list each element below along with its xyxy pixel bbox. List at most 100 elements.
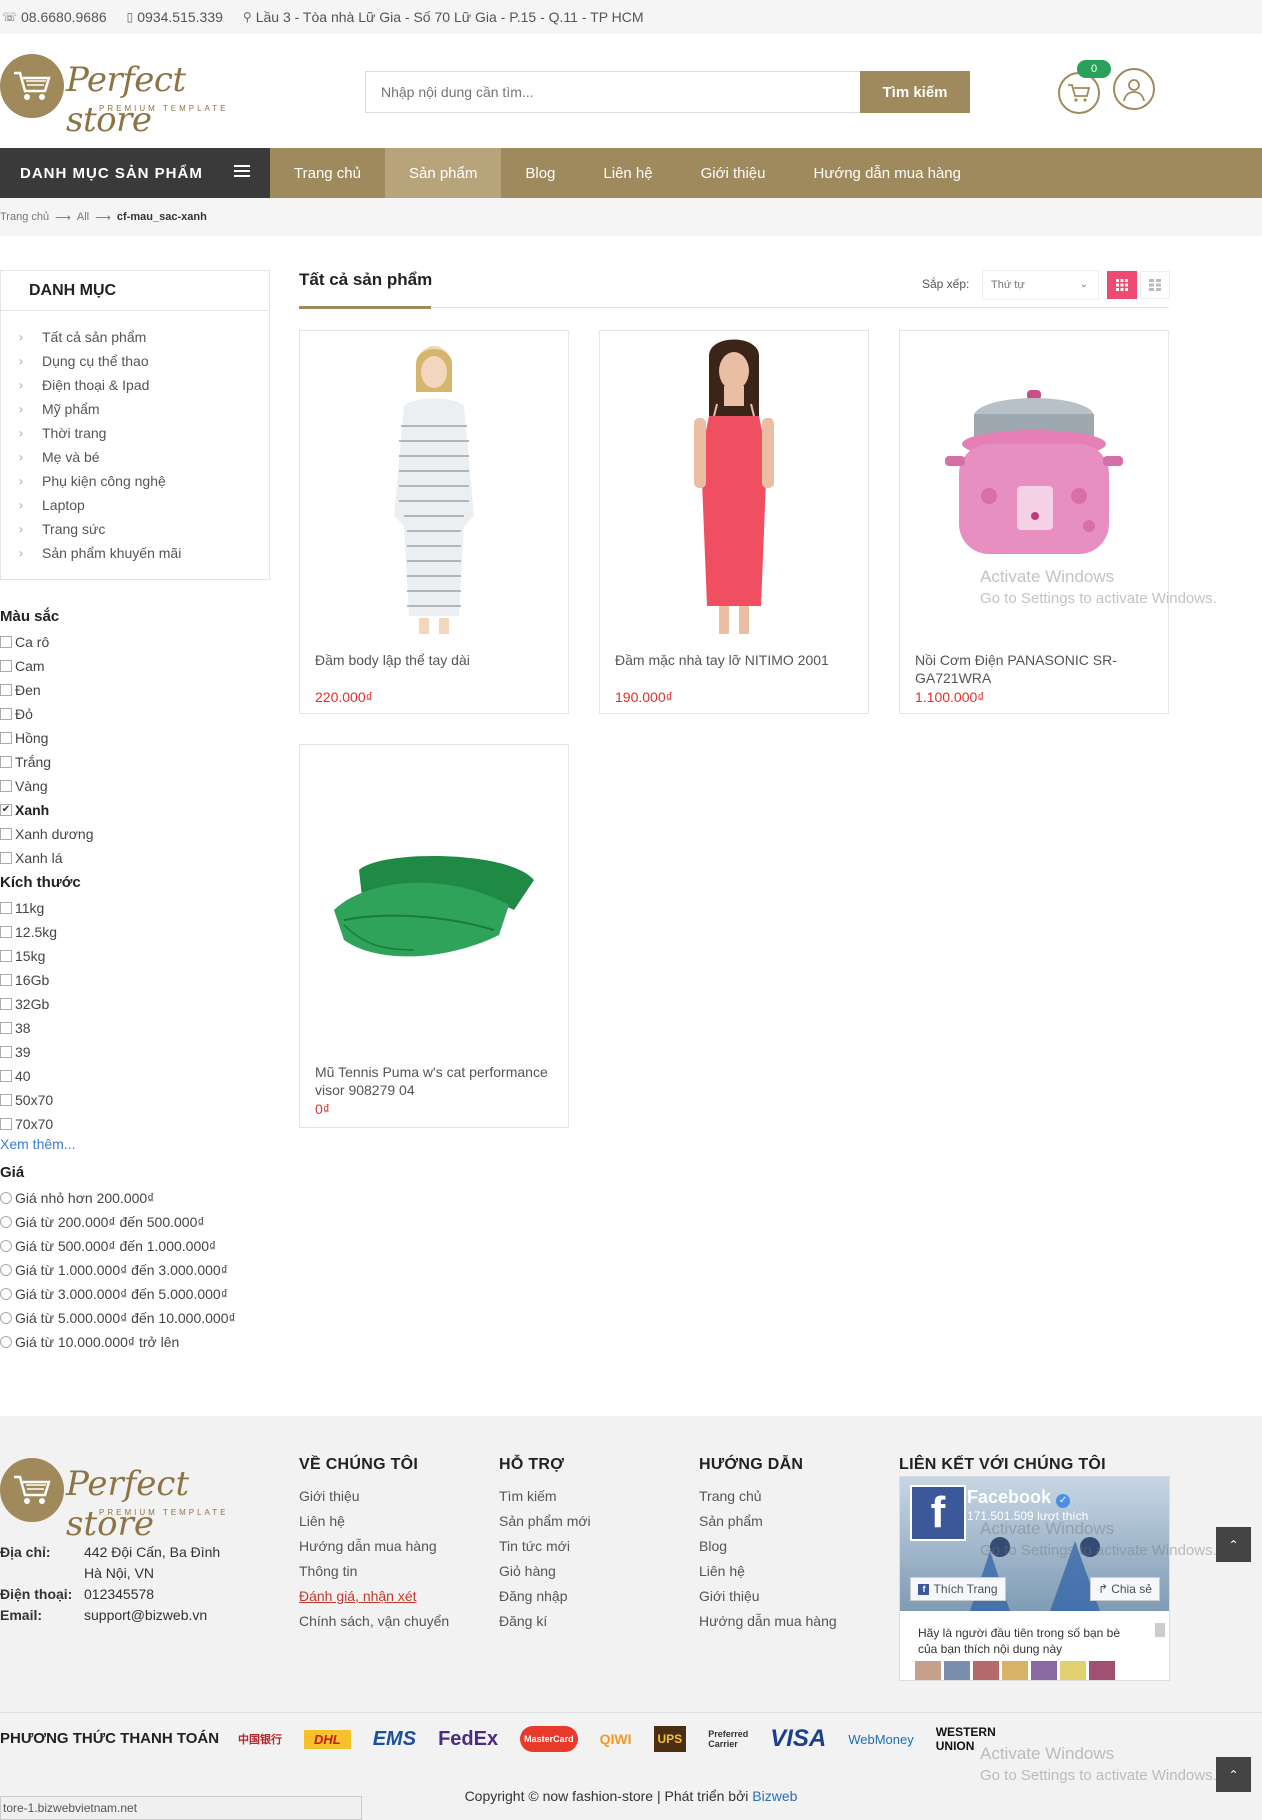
product-name[interactable]: Nồi Cơm Điện PANASONIC SR-GA721WRA: [915, 651, 1155, 687]
filter-option[interactable]: Cam: [0, 654, 270, 678]
nav-home[interactable]: Trang chủ: [270, 148, 385, 198]
footer-email[interactable]: support@bizweb.vn: [84, 1607, 207, 1628]
price-option[interactable]: Giá từ 5.000.000₫ đến 10.000.000₫: [0, 1306, 270, 1330]
product-name[interactable]: Mũ Tennis Puma w's cat performance visor…: [315, 1063, 555, 1099]
filter-option[interactable]: 38: [0, 1016, 270, 1040]
price-option[interactable]: Giá nhỏ hơn 200.000₫: [0, 1186, 270, 1210]
checkbox[interactable]: [0, 660, 12, 672]
checkbox[interactable]: [0, 974, 12, 986]
product-name[interactable]: Đầm mặc nhà tay lỡ NITIMO 2001: [615, 651, 855, 669]
footer-link[interactable]: Thông tin: [299, 1563, 449, 1588]
search-button[interactable]: Tìm kiếm: [860, 71, 970, 113]
category-item[interactable]: › Tất cả sản phẩm: [1, 325, 269, 349]
category-menu-toggle[interactable]: DANH MỤC SẢN PHẨM: [0, 148, 270, 198]
filter-option[interactable]: Đen: [0, 678, 270, 702]
radio-button[interactable]: [0, 1312, 12, 1324]
checkbox[interactable]: [0, 1094, 12, 1106]
checkbox[interactable]: [0, 998, 12, 1010]
breadcrumb-all[interactable]: All: [77, 211, 89, 223]
breadcrumb-home[interactable]: Trang chủ: [0, 211, 49, 223]
price-option[interactable]: Giá từ 10.000.000₫ trở lên: [0, 1330, 270, 1354]
footer-link[interactable]: Giới thiệu: [699, 1588, 837, 1613]
category-item[interactable]: › Laptop: [1, 493, 269, 517]
filter-option[interactable]: Ca rô: [0, 630, 270, 654]
nav-contact[interactable]: Liên hệ: [579, 148, 676, 198]
search-input[interactable]: [366, 72, 861, 112]
radio-button[interactable]: [0, 1240, 12, 1252]
checkbox[interactable]: [0, 926, 12, 938]
avatar[interactable]: [1031, 1661, 1057, 1680]
avatar[interactable]: [1089, 1661, 1115, 1680]
category-item[interactable]: › Điện thoại & Ipad: [1, 373, 269, 397]
filter-option[interactable]: 39: [0, 1040, 270, 1064]
footer-link[interactable]: Blog: [699, 1538, 837, 1563]
product-image[interactable]: [600, 331, 868, 641]
footer-link[interactable]: Giới thiệu: [299, 1488, 449, 1513]
footer-phone[interactable]: 012345578: [84, 1586, 154, 1607]
category-item[interactable]: › Mỹ phẩm: [1, 397, 269, 421]
footer-link[interactable]: Liên hệ: [699, 1563, 837, 1588]
nav-products[interactable]: Sản phẩm: [384, 148, 502, 198]
radio-button[interactable]: [0, 1288, 12, 1300]
filter-option[interactable]: 16Gb: [0, 968, 270, 992]
footer-link[interactable]: Tin tức mới: [499, 1538, 591, 1563]
footer-link[interactable]: Hướng dẫn mua hàng: [699, 1613, 837, 1638]
price-option[interactable]: Giá từ 500.000₫ đến 1.000.000₫: [0, 1234, 270, 1258]
nav-about[interactable]: Giới thiệu: [677, 148, 790, 198]
filter-option[interactable]: Đỏ: [0, 702, 270, 726]
category-item[interactable]: › Sản phẩm khuyến mãi: [1, 541, 269, 565]
site-logo[interactable]: Perfect store PREMIUM TEMPLATE: [0, 54, 250, 140]
account-button[interactable]: [1113, 68, 1155, 110]
bizweb-link[interactable]: Bizweb: [752, 1788, 797, 1804]
checkbox[interactable]: [0, 756, 12, 768]
nav-blog[interactable]: Blog: [501, 148, 579, 198]
checkbox[interactable]: [0, 636, 12, 648]
filter-option[interactable]: 50x70: [0, 1088, 270, 1112]
avatar[interactable]: [915, 1661, 941, 1680]
footer-link[interactable]: Chính sách, vận chuyển: [299, 1613, 449, 1638]
checkbox[interactable]: [0, 852, 12, 864]
product-card[interactable]: Nồi Cơm Điện PANASONIC SR-GA721WRA 1.100…: [899, 330, 1169, 714]
filter-option[interactable]: ✔ Xanh: [0, 798, 270, 822]
checkbox[interactable]: [0, 780, 12, 792]
avatar[interactable]: [1002, 1661, 1028, 1680]
phone-1[interactable]: ☏ 08.6680.9686: [2, 9, 107, 25]
category-item[interactable]: › Phụ kiện công nghệ: [1, 469, 269, 493]
facebook-scrollbar[interactable]: [1155, 1615, 1167, 1680]
checkbox[interactable]: [0, 1046, 12, 1058]
avatar[interactable]: [944, 1661, 970, 1680]
product-image[interactable]: [300, 745, 568, 1055]
product-image[interactable]: [300, 331, 568, 641]
footer-link[interactable]: Hướng dẫn mua hàng: [299, 1538, 449, 1563]
filter-option[interactable]: 15kg: [0, 944, 270, 968]
facebook-share-button[interactable]: ↱ Chia sẻ: [1090, 1577, 1160, 1601]
checkbox[interactable]: [0, 950, 12, 962]
product-card[interactable]: Mũ Tennis Puma w's cat performance visor…: [299, 744, 569, 1128]
checkbox[interactable]: [0, 902, 12, 914]
filter-option[interactable]: Vàng: [0, 774, 270, 798]
filter-option[interactable]: Trắng: [0, 750, 270, 774]
footer-link[interactable]: Đăng kí: [499, 1613, 591, 1638]
price-option[interactable]: Giá từ 200.000₫ đến 500.000₫: [0, 1210, 270, 1234]
category-item[interactable]: › Mẹ và bé: [1, 445, 269, 469]
nav-guide[interactable]: Hướng dẫn mua hàng: [790, 148, 985, 198]
footer-link[interactable]: Liên hệ: [299, 1513, 449, 1538]
facebook-logo-icon[interactable]: f: [910, 1485, 966, 1541]
checkbox[interactable]: [0, 1118, 12, 1130]
radio-button[interactable]: [0, 1216, 12, 1228]
product-name[interactable]: Đầm body lập thể tay dài: [315, 651, 555, 669]
footer-link[interactable]: Sản phẩm mới: [499, 1513, 591, 1538]
product-card[interactable]: Đầm mặc nhà tay lỡ NITIMO 2001 190.000₫: [599, 330, 869, 714]
facebook-like-button[interactable]: f Thích Trang: [910, 1577, 1006, 1601]
radio-button[interactable]: [0, 1336, 12, 1348]
checkbox[interactable]: [0, 1070, 12, 1082]
list-view-button[interactable]: [1140, 271, 1170, 299]
avatar[interactable]: [1060, 1661, 1086, 1680]
footer-link[interactable]: Sản phẩm: [699, 1513, 837, 1538]
checkbox[interactable]: [0, 708, 12, 720]
footer-link[interactable]: Trang chủ: [699, 1488, 837, 1513]
category-item[interactable]: › Thời trang: [1, 421, 269, 445]
footer-logo[interactable]: Perfect store PREMIUM TEMPLATE: [0, 1458, 250, 1544]
checkbox[interactable]: [0, 684, 12, 696]
filter-option[interactable]: 32Gb: [0, 992, 270, 1016]
